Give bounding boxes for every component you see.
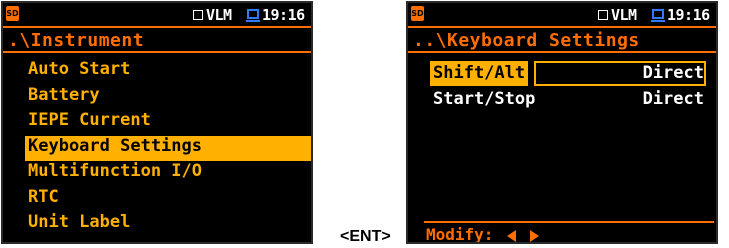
mode-indicator-icon: [598, 10, 608, 20]
modify-hint: Modify:: [426, 225, 539, 244]
mode-label: VLM: [206, 6, 232, 24]
hint-bar: Modify:: [424, 221, 714, 244]
mode-indicator-icon: [193, 10, 203, 20]
menu-item-multifunction-io[interactable]: Multifunction I/O: [25, 161, 311, 187]
setting-row-shift-alt[interactable]: Shift/Alt Direct: [430, 61, 706, 86]
status-bar: SD VLM 19:16: [3, 3, 311, 25]
setting-row-start-stop[interactable]: Start/Stop Direct: [430, 87, 706, 112]
status-bar: SD VLM 19:16: [408, 3, 716, 25]
arrow-right-icon: [529, 229, 539, 242]
clock: 19:16: [262, 6, 305, 24]
sd-card-icon: SD: [6, 6, 19, 21]
menu-item-keyboard-settings[interactable]: Keyboard Settings: [25, 135, 311, 161]
clock: 19:16: [667, 6, 710, 24]
menu-item-auto-start[interactable]: Auto Start: [25, 59, 311, 85]
modify-label: Modify:: [426, 225, 494, 244]
instrument-menu-screen: SD VLM 19:16 .\Instrument Auto Start Bat…: [1, 1, 313, 244]
setting-value[interactable]: Direct: [643, 61, 704, 86]
title-bar: ..\Keyboard Settings: [408, 26, 716, 53]
menu-item-rtc[interactable]: RTC: [25, 187, 311, 213]
mode-label: VLM: [611, 6, 637, 24]
title-bar: .\Instrument: [3, 26, 311, 53]
setting-label: Start/Stop: [433, 89, 536, 109]
menu-item-iepe-current[interactable]: IEPE Current: [25, 110, 311, 136]
battery-icon: [651, 9, 665, 22]
setting-label: Shift/Alt: [430, 61, 529, 86]
setting-value[interactable]: Direct: [643, 87, 704, 112]
page-title: ..\Keyboard Settings: [413, 30, 640, 51]
menu-item-battery[interactable]: Battery: [25, 85, 311, 111]
sd-card-icon: SD: [411, 6, 424, 21]
enter-key-label: <ENT>: [340, 228, 391, 245]
battery-icon: [246, 9, 260, 22]
menu-item-unit-label[interactable]: Unit Label: [25, 212, 311, 238]
arrow-left-icon: [507, 229, 517, 242]
instrument-menu: Auto Start Battery IEPE Current Keyboard…: [25, 59, 311, 238]
page-title: .\Instrument: [8, 30, 145, 51]
keyboard-settings-screen: SD VLM 19:16 ..\Keyboard Settings Shift/…: [406, 1, 718, 244]
